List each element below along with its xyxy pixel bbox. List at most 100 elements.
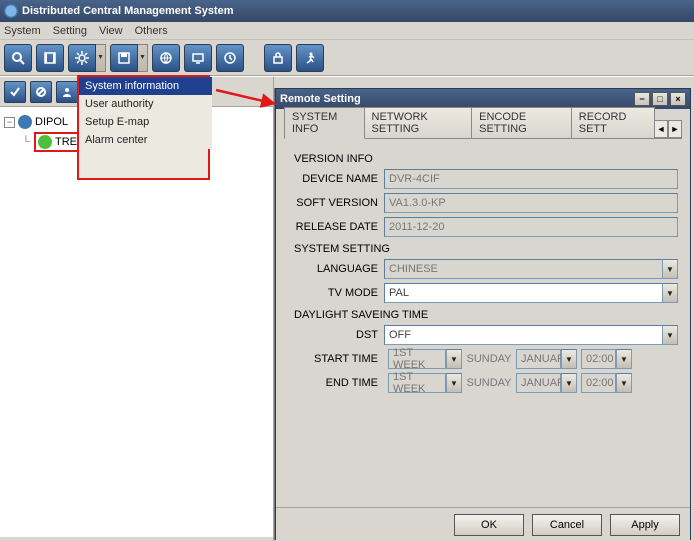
menu-system[interactable]: System	[4, 25, 41, 37]
runner-button[interactable]	[296, 44, 324, 72]
settings-dropdown[interactable]: ▼	[68, 44, 106, 72]
row-language: LANGUAGE CHINESE ▼	[288, 259, 678, 279]
label-release-date: RELEASE DATE	[288, 221, 384, 233]
chevron-down-icon[interactable]: ▼	[138, 44, 148, 72]
menubar: System Setting View Others	[0, 22, 694, 40]
select-end-month[interactable]: JANUAR▼	[516, 373, 577, 393]
clock-button[interactable]	[216, 44, 244, 72]
value-start-month: JANUAR	[516, 349, 561, 369]
chevron-down-icon[interactable]: ▼	[561, 373, 577, 393]
value-tv-mode: PAL	[384, 283, 662, 303]
select-start-hour[interactable]: 02:00▼	[581, 349, 632, 369]
stop-button[interactable]	[30, 81, 52, 103]
chevron-down-icon[interactable]: ▼	[662, 283, 678, 303]
chevron-down-icon[interactable]: ▼	[662, 259, 678, 279]
tab-scroll: ◄ ►	[654, 120, 682, 138]
menu-item-setup-emap[interactable]: Setup E-map	[79, 113, 212, 131]
value-start-week: 1ST WEEK	[388, 349, 446, 369]
collapse-icon[interactable]: −	[4, 117, 15, 128]
select-start-week[interactable]: 1ST WEEK▼	[388, 349, 462, 369]
row-start-time: START TIME 1ST WEEK▼ SUNDAY JANUAR▼ 02:0…	[288, 349, 678, 369]
settings-dropdown-highlight: System information User authority Setup …	[77, 75, 210, 180]
row-tv-mode: TV MODE PAL ▼	[288, 283, 678, 303]
row-device-name: DEVICE NAME DVR-4CIF	[288, 169, 678, 189]
row-release-date: RELEASE DATE 2011-12-20	[288, 217, 678, 237]
label-end-day: SUNDAY	[466, 377, 512, 389]
select-language[interactable]: CHINESE ▼	[384, 259, 678, 279]
apply-button[interactable]: Apply	[610, 514, 680, 536]
save-icon[interactable]	[110, 44, 138, 72]
tab-network-setting[interactable]: NETWORK SETTING	[364, 107, 473, 138]
tab-scroll-right[interactable]: ►	[668, 120, 682, 138]
close-button[interactable]: ×	[670, 92, 686, 106]
value-end-month: JANUAR	[516, 373, 561, 393]
chevron-down-icon[interactable]: ▼	[616, 373, 632, 393]
device-online-icon	[38, 135, 52, 149]
label-soft-version: SOFT VERSION	[288, 197, 384, 209]
main-titlebar: Distributed Central Management System	[0, 0, 694, 22]
tab-record-setting[interactable]: RECORD SETT	[571, 107, 655, 138]
lock-button[interactable]	[264, 44, 292, 72]
row-dst: DST OFF ▼	[288, 325, 678, 345]
menu-others[interactable]: Others	[135, 25, 168, 37]
chevron-down-icon[interactable]: ▼	[446, 349, 462, 369]
maximize-button[interactable]: □	[652, 92, 668, 106]
group-version-info: VERSION INFO	[294, 153, 678, 165]
gear-icon[interactable]	[68, 44, 96, 72]
label-start-time: START TIME	[288, 353, 384, 365]
menu-view[interactable]: View	[99, 25, 123, 37]
dialog-tabs: SYSTEM INFO NETWORK SETTING ENCODE SETTI…	[284, 117, 682, 139]
label-dst: DST	[288, 329, 384, 341]
label-tv-mode: TV MODE	[288, 287, 384, 299]
monitor-button[interactable]	[184, 44, 212, 72]
value-soft-version: VA1.3.0-KP	[384, 193, 678, 213]
select-end-hour[interactable]: 02:00▼	[581, 373, 632, 393]
globe-button[interactable]	[152, 44, 180, 72]
app-icon	[4, 4, 18, 18]
check-button[interactable]	[4, 81, 26, 103]
row-end-time: END TIME 1ST WEEK▼ SUNDAY JANUAR▼ 02:00▼	[288, 373, 678, 393]
dialog-button-bar: OK Cancel Apply	[276, 507, 690, 541]
dialog-titlebar: Remote Setting − □ ×	[276, 89, 690, 109]
chevron-down-icon[interactable]: ▼	[616, 349, 632, 369]
tab-system-info[interactable]: SYSTEM INFO	[284, 107, 365, 139]
value-dst: OFF	[384, 325, 662, 345]
menu-item-system-information[interactable]: System information	[79, 77, 212, 95]
window-title: Distributed Central Management System	[22, 5, 234, 17]
film-button[interactable]	[36, 44, 64, 72]
label-start-day: SUNDAY	[466, 353, 512, 365]
save-dropdown[interactable]: ▼	[110, 44, 148, 72]
chevron-down-icon[interactable]: ▼	[561, 349, 577, 369]
tree-root-label: DIPOL	[35, 116, 68, 128]
label-end-time: END TIME	[288, 377, 384, 389]
minimize-button[interactable]: −	[634, 92, 650, 106]
chevron-down-icon[interactable]: ▼	[96, 44, 106, 72]
group-daylight: DAYLIGHT SAVEING TIME	[294, 309, 678, 321]
menu-setting[interactable]: Setting	[53, 25, 87, 37]
dialog-title: Remote Setting	[280, 93, 361, 105]
tab-encode-setting[interactable]: ENCODE SETTING	[471, 107, 572, 138]
chevron-down-icon[interactable]: ▼	[662, 325, 678, 345]
toolbar: ▼ ▼	[0, 40, 694, 76]
search-button[interactable]	[4, 44, 32, 72]
select-dst[interactable]: OFF ▼	[384, 325, 678, 345]
settings-dropdown-menu: System information User authority Setup …	[79, 77, 212, 149]
value-end-week: 1ST WEEK	[388, 373, 446, 393]
row-soft-version: SOFT VERSION VA1.3.0-KP	[288, 193, 678, 213]
menu-item-user-authority[interactable]: User authority	[79, 95, 212, 113]
form-area: VERSION INFO DEVICE NAME DVR-4CIF SOFT V…	[284, 139, 682, 393]
remote-setting-dialog: Remote Setting − □ × SYSTEM INFO NETWORK…	[275, 88, 691, 540]
label-language: LANGUAGE	[288, 263, 384, 275]
tab-scroll-left[interactable]: ◄	[654, 120, 668, 138]
ok-button[interactable]: OK	[454, 514, 524, 536]
value-end-hour: 02:00	[581, 373, 616, 393]
value-device-name: DVR-4CIF	[384, 169, 678, 189]
select-end-week[interactable]: 1ST WEEK▼	[388, 373, 462, 393]
chevron-down-icon[interactable]: ▼	[446, 373, 462, 393]
user-button[interactable]	[56, 81, 78, 103]
cancel-button[interactable]: Cancel	[532, 514, 602, 536]
select-tv-mode[interactable]: PAL ▼	[384, 283, 678, 303]
select-start-month[interactable]: JANUAR▼	[516, 349, 577, 369]
menu-item-alarm-center[interactable]: Alarm center	[79, 131, 212, 149]
label-device-name: DEVICE NAME	[288, 173, 384, 185]
